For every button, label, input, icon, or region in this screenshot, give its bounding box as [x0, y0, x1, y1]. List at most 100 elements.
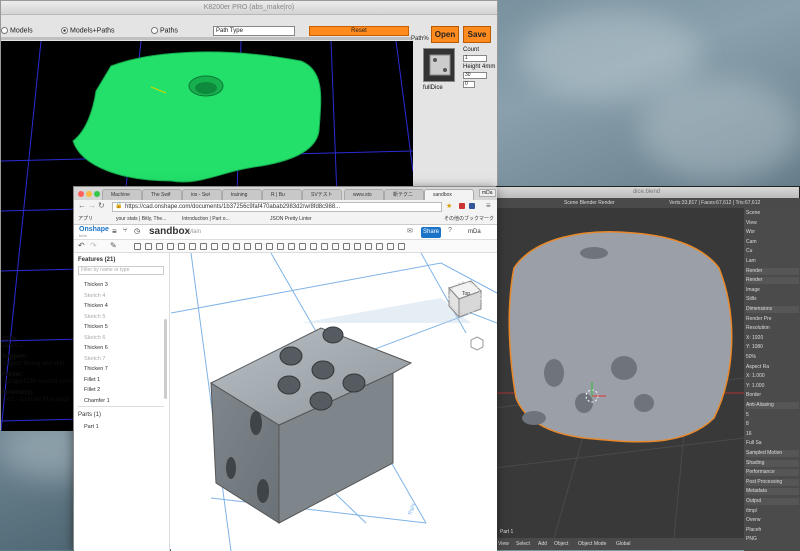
browser-tab[interactable]: training [222, 189, 262, 200]
toolbar-tool-icon[interactable] [200, 243, 207, 250]
browser-tab[interactable]: ios - Swi [182, 189, 222, 200]
blender-property-field[interactable]: Image [746, 287, 799, 294]
blender-panel-section[interactable]: Dimensions [746, 306, 799, 313]
toolbar-tool-icon[interactable] [189, 243, 196, 250]
blender-property-field[interactable]: 5 [746, 412, 799, 419]
toolbar-tool-icon[interactable] [222, 243, 229, 250]
blender-property-field[interactable]: /tmp/ [746, 508, 799, 515]
back-icon[interactable]: ← [78, 201, 86, 210]
browser-tab[interactable]: The Swif [142, 189, 182, 200]
radio-models-paths[interactable]: Models+Paths [61, 27, 115, 34]
zoom-window-icon[interactable] [94, 191, 100, 197]
toolbar-tool-icon[interactable] [365, 243, 372, 250]
toolbar-tool-icon[interactable] [277, 243, 284, 250]
share-button[interactable]: Share [421, 227, 441, 238]
blender-panel-section[interactable]: Output [746, 498, 799, 505]
url-input[interactable]: https://cad.onshape.com/documents/1b3725… [112, 202, 442, 212]
blender-3d-viewport[interactable]: Part 1 [494, 208, 744, 538]
browser-tab[interactable]: 新テクニ [384, 189, 424, 200]
blender-panel-section[interactable]: Anti-Aliasing [746, 402, 799, 409]
browser-tab[interactable]: SVテスト [302, 189, 342, 200]
blender-panel-section[interactable]: Performance [746, 469, 799, 477]
browser-tab[interactable]: Machine [102, 189, 142, 200]
blender-property-field[interactable]: 16 [746, 431, 799, 438]
toolbar-tool-icon[interactable] [156, 243, 163, 250]
onshape-logo[interactable]: Onshape beta [79, 226, 109, 238]
toolbar-tool-icon[interactable] [211, 243, 218, 250]
profile-button[interactable]: mDa [479, 189, 496, 197]
blender-property-field[interactable]: Placeh [746, 527, 799, 534]
forward-icon[interactable]: → [88, 201, 96, 210]
feature-filter-input[interactable]: Filter by name or type [78, 266, 164, 275]
blender-property-field[interactable]: 50% [746, 354, 799, 361]
feature-list-scrollbar[interactable] [164, 319, 167, 399]
toolbar-tool-icon[interactable] [145, 243, 152, 250]
blender-property-field[interactable]: Stills [746, 296, 799, 303]
browser-tab[interactable]: R | Bu [262, 189, 302, 200]
feature-list-item[interactable]: Chamfer 1 [84, 398, 110, 404]
toolbar-tool-icon[interactable] [332, 243, 339, 250]
blender-mode-select[interactable]: Object Mode [578, 538, 606, 550]
model-thumbnail[interactable] [423, 48, 455, 82]
reload-icon[interactable]: ↻ [98, 201, 105, 210]
blender-property-field[interactable]: PNG [746, 536, 799, 543]
sketch-icon[interactable]: ✎ [110, 241, 117, 250]
reset-button[interactable]: Reset [309, 26, 409, 36]
bookmark-star-icon[interactable]: ★ [446, 202, 452, 210]
toolbar-tool-icon[interactable] [387, 243, 394, 250]
undo-icon[interactable]: ↶ [78, 241, 85, 250]
extension-icon[interactable] [459, 203, 465, 209]
toolbar-tool-icon[interactable] [233, 243, 240, 250]
toolbar-tool-icon[interactable] [310, 243, 317, 250]
bookmark-json[interactable]: JSON Pretty Linter [270, 214, 312, 225]
feature-list-item[interactable]: Fillet 2 [84, 387, 100, 393]
toolbar-tool-icon[interactable] [178, 243, 185, 250]
blender-property-field[interactable]: Aspect Ra [746, 364, 799, 371]
redo-icon[interactable]: ↷ [90, 241, 97, 250]
blender-property-field[interactable]: Scene [746, 210, 799, 217]
offset-field[interactable]: 0 [463, 81, 475, 88]
blender-select-menu[interactable]: Select [516, 538, 530, 550]
toolbar-tool-icon[interactable] [266, 243, 273, 250]
count-field[interactable]: 1 [463, 55, 487, 62]
blender-property-field[interactable]: X: 1920 [746, 335, 799, 342]
save-button[interactable]: Save [463, 26, 491, 43]
open-button[interactable]: Open [431, 26, 459, 43]
view-cube[interactable]: Top [448, 280, 482, 319]
feature-list-item[interactable]: Sketch 5 [84, 314, 105, 320]
blender-property-field[interactable]: X: 1.000 [746, 373, 799, 380]
toolbar-tool-icon[interactable] [354, 243, 361, 250]
feature-list-item[interactable]: Thicken 7 [84, 366, 108, 372]
minimize-window-icon[interactable] [86, 191, 92, 197]
parts-header[interactable]: Parts (1) [78, 412, 101, 418]
blender-add-menu[interactable]: Add [538, 538, 547, 550]
toolbar-tool-icon[interactable] [376, 243, 383, 250]
feature-list-item[interactable]: Thicken 5 [84, 324, 108, 330]
radio-paths[interactable]: Paths [151, 27, 178, 34]
toolbar-tool-icon[interactable] [255, 243, 262, 250]
comments-icon[interactable]: ✉ [407, 227, 413, 235]
blender-property-field[interactable]: Render Pre [746, 316, 799, 323]
blender-panel-section[interactable]: Sampled Motion [746, 450, 799, 457]
blender-orientation-select[interactable]: Global [616, 538, 630, 550]
toolbar-tool-icon[interactable] [343, 243, 350, 250]
blender-property-field[interactable]: Border [746, 392, 799, 399]
toolbar-tool-icon[interactable] [398, 243, 405, 250]
feature-list-item[interactable]: Sketch 6 [84, 335, 105, 341]
feature-list-item[interactable]: Sketch 4 [84, 293, 105, 299]
radio-models[interactable]: Models [1, 27, 33, 34]
bookmark-other[interactable]: その他のブックマーク [444, 214, 494, 225]
history-icon[interactable]: ◷ [134, 227, 140, 235]
user-menu[interactable]: mDa [468, 229, 481, 235]
features-header[interactable]: Features (21) [78, 257, 115, 263]
onshape-graphics-area[interactable]: Top Right [171, 253, 497, 551]
bookmark-intro[interactable]: Introduction | Part o... [182, 214, 230, 225]
blender-property-field[interactable]: Cam [746, 239, 799, 246]
blender-property-field[interactable]: Cu [746, 248, 799, 255]
browser-tab[interactable]: www.sto [344, 189, 384, 200]
blender-property-field[interactable]: 8 [746, 421, 799, 428]
blender-property-field[interactable]: Full Sa [746, 440, 799, 447]
blender-property-field[interactable]: Overw [746, 517, 799, 524]
toolbar-tool-icon[interactable] [167, 243, 174, 250]
blender-property-field[interactable]: View [746, 220, 799, 227]
